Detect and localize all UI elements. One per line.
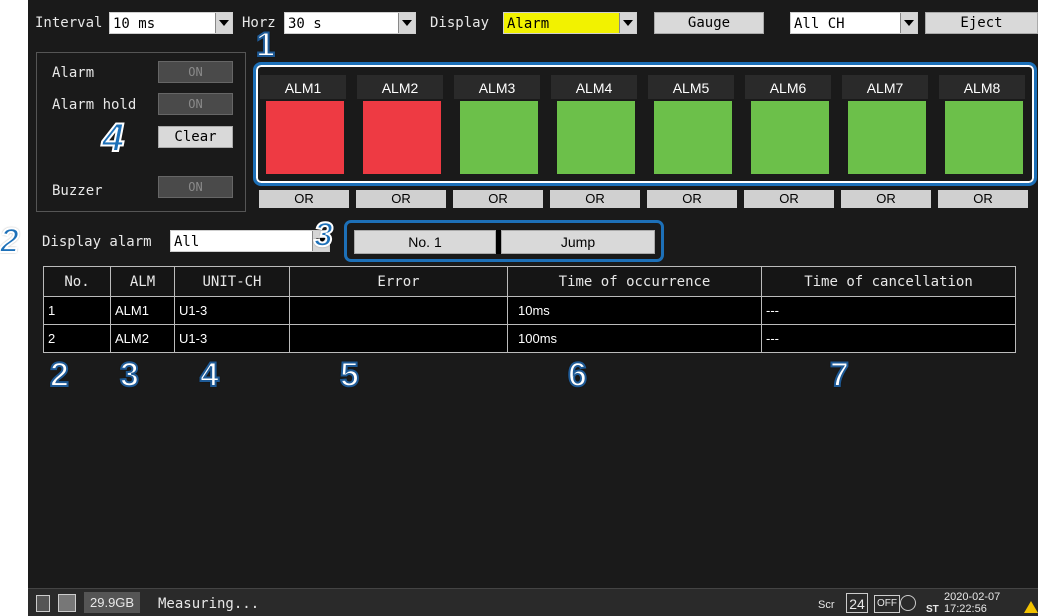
- alarm-toggle[interactable]: ON: [158, 61, 233, 83]
- table-row[interactable]: 1 ALM1 U1-3 10ms ---: [43, 296, 1016, 325]
- table-cell: 1: [43, 296, 111, 325]
- usb-icon: [58, 594, 76, 612]
- recorder-screen: Interval 10 ms Horz 30 s Display Alarm G…: [28, 0, 1038, 616]
- storage-free: 29.9GB: [84, 592, 141, 613]
- interval-value: 10 ms: [113, 16, 156, 32]
- clear-button[interactable]: Clear: [158, 126, 233, 148]
- st-label: ST: [926, 604, 939, 615]
- callout-number-7: 7: [829, 355, 850, 395]
- alarm-hold-toggle[interactable]: ON: [158, 93, 233, 115]
- display-alarm-value: All: [174, 234, 200, 250]
- chevron-down-icon: [900, 13, 917, 33]
- callout-number-2-blue: 2: [0, 221, 20, 261]
- column-header[interactable]: Time of cancellation: [761, 266, 1016, 297]
- status-bar: 29.9GB Measuring... Scr 24 OFF ST 2020-0…: [28, 588, 1038, 616]
- scroll-label: Scr: [818, 599, 835, 611]
- alarm-hold-label: Alarm hold: [52, 97, 137, 113]
- warning-icon: [1024, 601, 1038, 613]
- table-cell: U1-3: [174, 324, 290, 353]
- callout-number-1: 1: [255, 25, 276, 65]
- display-select[interactable]: Alarm: [503, 12, 637, 34]
- off-indicator: OFF: [874, 595, 900, 613]
- alarm-logic-label: OR: [647, 190, 737, 208]
- column-header[interactable]: ALM: [110, 266, 175, 297]
- clock-icon: [900, 595, 916, 611]
- channel-select[interactable]: All CH: [790, 12, 918, 34]
- table-cell: 10ms: [507, 296, 762, 325]
- callout-frame-1: [253, 62, 1037, 186]
- table-cell: U1-3: [174, 296, 290, 325]
- interval-select[interactable]: 10 ms: [109, 12, 233, 34]
- alarm-label: Alarm: [52, 65, 95, 81]
- status-time: 17:22:56: [944, 603, 987, 615]
- eject-button[interactable]: Eject: [925, 12, 1038, 34]
- gauge-button[interactable]: Gauge: [654, 12, 764, 34]
- table-cell: [289, 324, 508, 353]
- display-label: Display: [430, 15, 490, 31]
- table-cell: 100ms: [507, 324, 762, 353]
- display-alarm-select[interactable]: All: [170, 230, 330, 252]
- chevron-down-icon: [215, 13, 232, 33]
- table-body: 1 ALM1 U1-3 10ms --- 2 ALM2 U1-3 100ms ---: [43, 296, 1016, 353]
- alarm-logic-label: OR: [841, 190, 931, 208]
- alarm-logic-label: OR: [744, 190, 834, 208]
- display-alarm-label: Display alarm: [42, 234, 152, 250]
- column-header[interactable]: UNIT-CH: [174, 266, 290, 297]
- horz-select[interactable]: 30 s: [284, 12, 416, 34]
- callout-number-4: 4: [199, 355, 220, 395]
- alarm-history-table: No. ALM UNIT-CH Error Time of occurrence Time…: [43, 266, 1016, 353]
- alarm-logic-label: OR: [356, 190, 446, 208]
- callout-number-2: 2: [49, 355, 70, 395]
- jump-button[interactable]: Jump: [501, 230, 655, 254]
- alarm-logic-label: OR: [453, 190, 543, 208]
- chevron-down-icon: [398, 13, 415, 33]
- table-cell: [289, 296, 508, 325]
- status-date: 2020-02-07: [944, 591, 1001, 603]
- interval-label: Interval: [35, 15, 103, 31]
- callout-number-6: 6: [567, 355, 588, 395]
- callout-number-3-blue: 3: [313, 215, 334, 255]
- table-cell: 2: [43, 324, 111, 353]
- sd-card-icon: [36, 595, 50, 612]
- column-header[interactable]: Error: [289, 266, 508, 297]
- callout-number-4-blue: 4: [101, 115, 125, 161]
- buzzer-toggle[interactable]: ON: [158, 176, 233, 198]
- horz-value: 30 s: [288, 16, 322, 32]
- alarm-logic-label: OR: [550, 190, 640, 208]
- channel-value: All CH: [794, 16, 845, 32]
- table-cell: ALM1: [110, 296, 175, 325]
- callout-number-3: 3: [119, 355, 140, 395]
- callout-number-5: 5: [339, 355, 360, 395]
- alarm-number-field[interactable]: No. 1: [354, 230, 496, 254]
- page-number: 24: [846, 593, 868, 613]
- alarm-logic-label: OR: [259, 190, 349, 208]
- table-cell: ---: [761, 296, 1016, 325]
- table-header-row: No. ALM UNIT-CH Error Time of occurrence Time…: [43, 266, 1016, 297]
- alarm-logic-label: OR: [938, 190, 1028, 208]
- display-value: Alarm: [504, 13, 619, 33]
- table-cell: ---: [761, 324, 1016, 353]
- chevron-down-icon: [619, 13, 636, 33]
- table-cell: ALM2: [110, 324, 175, 353]
- column-header[interactable]: Time of occurrence: [507, 266, 762, 297]
- table-row[interactable]: 2 ALM2 U1-3 100ms ---: [43, 324, 1016, 353]
- measure-status: Measuring...: [158, 596, 260, 612]
- column-header[interactable]: No.: [43, 266, 111, 297]
- buzzer-label: Buzzer: [52, 183, 103, 199]
